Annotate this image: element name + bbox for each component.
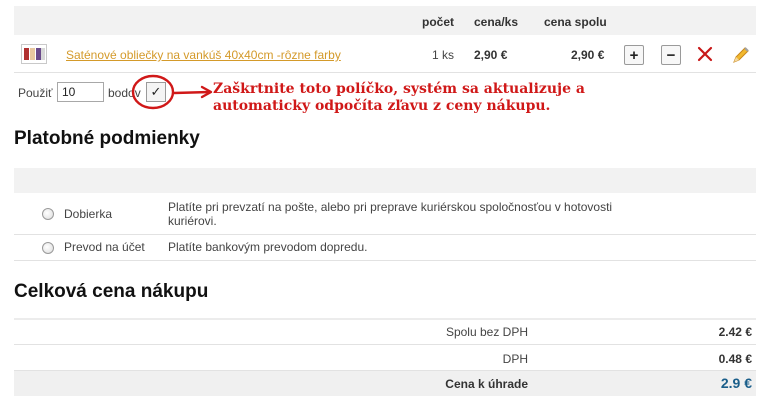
column-header-total-price: cena spolu [544,15,607,29]
vat-value: 0.48 € [718,352,752,366]
payment-radio-cod[interactable] [42,208,54,220]
cart-header-bar [14,6,756,35]
payment-header-bar [14,168,756,193]
total-label: Cena k úhrade [445,377,528,391]
divider [14,344,756,345]
payment-option-cod-description: Platíte pri prevzatí na pošte, alebo pri… [168,200,613,228]
edit-item-button[interactable] [731,45,751,65]
annotation-note: Zaškrtnite toto políčko, systém sa aktua… [213,81,585,114]
item-quantity: 1 ks [432,48,455,62]
summary-header-bar [14,318,756,320]
divider [14,234,756,235]
use-points-label: Použiť [18,86,53,100]
item-unit-price: 2,90 € [474,48,508,62]
subtotal-label: Spolu bez DPH [445,325,528,339]
divider [14,260,756,261]
delete-x-icon [697,46,713,62]
product-link[interactable]: Saténové obliečky na vankúš 40x40cm -rôz… [66,48,341,62]
payment-radio-transfer[interactable] [42,242,54,254]
annotation-circle-arrow [131,74,213,110]
product-thumbnail[interactable] [21,44,47,64]
remove-item-button[interactable] [696,45,714,63]
pencil-icon [733,47,749,63]
total-row-bar [14,371,756,396]
increase-quantity-button[interactable]: + [624,45,644,65]
vat-label: DPH [502,352,528,366]
divider [14,72,756,73]
payment-heading: Platobné podmienky [14,128,200,149]
column-header-unit-price: cena/ks [474,15,519,29]
subtotal-value: 2.42 € [718,325,752,339]
summary-heading: Celková cena nákupu [14,281,209,302]
decrease-quantity-button[interactable]: − [661,45,681,65]
payment-option-transfer-description: Platíte bankovým prevodom dopredu. [168,240,368,254]
payment-option-transfer-label[interactable]: Prevod na účet [64,240,145,254]
column-header-count: počet [422,15,455,29]
total-value: 2.9 € [720,375,752,391]
points-input[interactable] [57,82,104,102]
payment-option-cod-label[interactable]: Dobierka [64,207,112,221]
item-total-price: 2,90 € [571,48,605,62]
